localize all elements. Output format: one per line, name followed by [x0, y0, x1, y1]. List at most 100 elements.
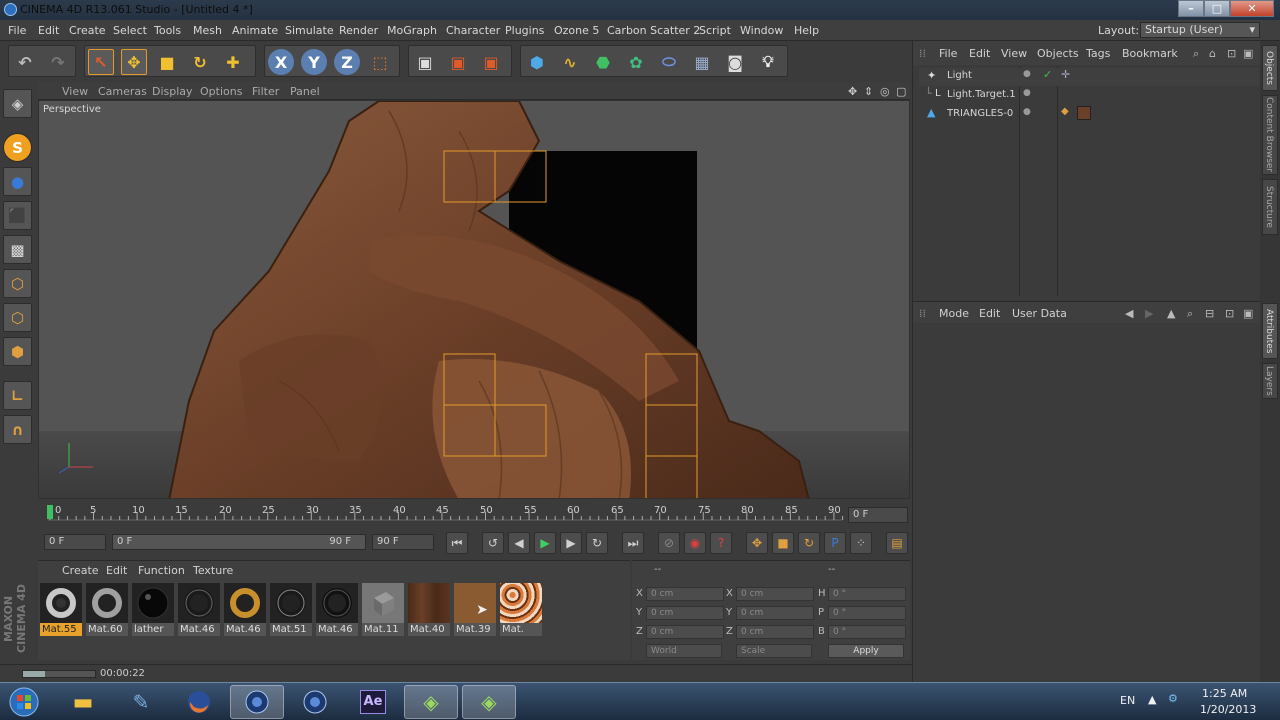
home-icon[interactable]: ⌂ [1209, 47, 1216, 60]
keyframe-selection-icon[interactable]: ? [710, 532, 732, 554]
position-z-field[interactable]: 0 cm [646, 625, 724, 639]
timeline-icon[interactable]: ▤ [886, 532, 908, 554]
menu-carbon-scatter[interactable]: Carbon Scatter 2 [607, 24, 700, 37]
material-swatch[interactable]: Mat.60 [86, 583, 128, 637]
points-mode-icon[interactable]: ⬡ [3, 269, 32, 298]
menu-select[interactable]: Select [113, 24, 147, 37]
attr-menu-edit[interactable]: Edit [979, 307, 1000, 320]
taskbar-firefox[interactable] [172, 685, 226, 719]
viewport-menu-filter[interactable]: Filter [252, 85, 279, 98]
nurbs-icon[interactable]: ⬣ [590, 49, 616, 75]
material-swatch[interactable]: Mat.11 [362, 583, 404, 637]
mat-menu-texture[interactable]: Texture [193, 564, 233, 577]
enabled-check-icon[interactable]: ✓ [1043, 68, 1052, 81]
y-axis-icon[interactable]: Y [301, 49, 327, 75]
menu-window[interactable]: Window [740, 24, 783, 37]
menu-edit[interactable]: Edit [38, 24, 59, 37]
viewport-menu-options[interactable]: Options [200, 85, 242, 98]
menu-help[interactable]: Help [794, 24, 819, 37]
position-key-icon[interactable]: ✥ [746, 532, 768, 554]
menu-mesh[interactable]: Mesh [193, 24, 222, 37]
drag-handle-icon[interactable]: ⁞⁞ [919, 307, 926, 320]
mat-menu-function[interactable]: Function [138, 564, 185, 577]
viewport-menu-display[interactable]: Display [152, 85, 193, 98]
mat-menu-edit[interactable]: Edit [106, 564, 127, 577]
previous-frame-icon[interactable]: ◀ [508, 532, 530, 554]
floor-icon[interactable]: ▦ [689, 49, 715, 75]
light-bulb-icon[interactable]: 💡︎ [755, 49, 781, 75]
zoom-icon[interactable]: ⇕ [864, 85, 873, 98]
material-swatch[interactable]: Mat.46 [224, 583, 266, 637]
material-swatch[interactable]: Mat.46 [178, 583, 220, 637]
rotation-h-field[interactable]: 0 ° [828, 587, 906, 601]
drag-handle-icon[interactable]: ⁞⁞ [919, 47, 926, 60]
viewport-menu-view[interactable]: View [62, 85, 88, 98]
axis-mode-icon[interactable]: ∟ [3, 381, 32, 410]
scale-icon[interactable]: ■ [154, 49, 180, 75]
viewport-menu-panel[interactable]: Panel [290, 85, 320, 98]
position-y-field[interactable]: 0 cm [646, 606, 724, 620]
record-active-icon[interactable]: ⊘ [658, 532, 680, 554]
material-swatch[interactable]: lather [132, 583, 174, 637]
orbit-icon[interactable]: ◎ [880, 85, 890, 98]
clock-date[interactable]: 1/20/2013 [1200, 703, 1256, 716]
texture-tag-icon[interactable] [1077, 106, 1091, 120]
material-swatch[interactable]: Mat.46 [316, 583, 358, 637]
frame-range-slider[interactable]: 0 F 90 F [112, 534, 366, 550]
rotate-icon[interactable]: ↻ [187, 49, 213, 75]
obj-menu-tags[interactable]: Tags [1086, 47, 1110, 60]
rotation-p-field[interactable]: 0 ° [828, 606, 906, 620]
clock-time[interactable]: 1:25 AM [1202, 687, 1247, 700]
menu-render[interactable]: Render [339, 24, 378, 37]
maximize-view-icon[interactable]: ▢ [896, 85, 906, 98]
obj-menu-objects[interactable]: Objects [1037, 47, 1079, 60]
language-indicator[interactable]: EN [1120, 694, 1135, 707]
tab-structure[interactable]: Structure [1262, 179, 1278, 235]
close-button[interactable]: ✕ [1230, 0, 1274, 17]
lock-icon[interactable]: ⊟ [1205, 307, 1214, 320]
magnet-icon[interactable]: ∩ [3, 415, 32, 444]
end-frame-field[interactable]: 90 F [372, 534, 434, 550]
taskbar-app-recording[interactable]: ◈ [462, 685, 516, 719]
scale-select[interactable]: Scale [736, 644, 812, 658]
previous-key-icon[interactable]: ↺ [482, 532, 504, 554]
menu-simulate[interactable]: Simulate [285, 24, 334, 37]
menu-create[interactable]: Create [69, 24, 106, 37]
edges-mode-icon[interactable]: ⬡ [3, 303, 32, 332]
search-icon[interactable]: ⌕ [1193, 47, 1199, 61]
menu-plugins[interactable]: Plugins [505, 24, 544, 37]
snap-s-icon[interactable]: S [3, 133, 32, 162]
next-frame-icon[interactable]: ▶ [560, 532, 582, 554]
forward-arrow-icon[interactable]: ▶ [1145, 307, 1153, 320]
current-frame-field[interactable]: 0 F [848, 507, 908, 523]
apply-button[interactable]: Apply [828, 644, 904, 658]
visibility-dots-icon[interactable]: ● [1023, 69, 1031, 79]
attr-menu-mode[interactable]: Mode [939, 307, 969, 320]
obj-menu-view[interactable]: View [1001, 47, 1027, 60]
move-icon[interactable]: ✥ [121, 49, 147, 75]
play-icon[interactable]: ▶ [534, 532, 556, 554]
spline-icon[interactable]: ∿ [557, 49, 583, 75]
cube-icon[interactable]: ⬢ [524, 49, 550, 75]
taskbar-cinema4d-2[interactable] [288, 685, 342, 719]
taskbar-app-green[interactable]: ◈ [404, 685, 458, 719]
model-mode-icon[interactable]: ⬛ [3, 201, 32, 230]
taskbar-after-effects[interactable]: Ae [346, 685, 400, 719]
attr-menu-user-data[interactable]: User Data [1012, 307, 1067, 320]
point-level-icon[interactable]: ⁘ [850, 532, 872, 554]
timeline-ruler[interactable]: 0 5 10 15 20 25 30 35 40 45 50 55 60 65 … [38, 502, 910, 530]
show-hidden-icons-icon[interactable]: ▲ [1148, 693, 1156, 706]
object-row[interactable]: ▲ TRIANGLES-0 ● ◆ [919, 106, 1259, 124]
redo-icon[interactable]: ↷ [45, 49, 71, 75]
go-to-start-icon[interactable]: ⏮ [446, 532, 468, 554]
taskbar-notepad[interactable]: ✎ [114, 685, 168, 719]
texture-checker-icon[interactable]: ▩ [3, 235, 32, 264]
search-icon[interactable]: ⌕ [1187, 307, 1193, 321]
menu-ozone[interactable]: Ozone 5 [554, 24, 599, 37]
live-selection-icon[interactable]: ↖ [88, 49, 114, 75]
material-swatch[interactable]: Mat. [500, 583, 542, 637]
phong-tag-icon[interactable]: ◆ [1061, 106, 1069, 117]
rotation-key-icon[interactable]: ↻ [798, 532, 820, 554]
menu-mograph[interactable]: MoGraph [387, 24, 437, 37]
obj-menu-file[interactable]: File [939, 47, 957, 60]
